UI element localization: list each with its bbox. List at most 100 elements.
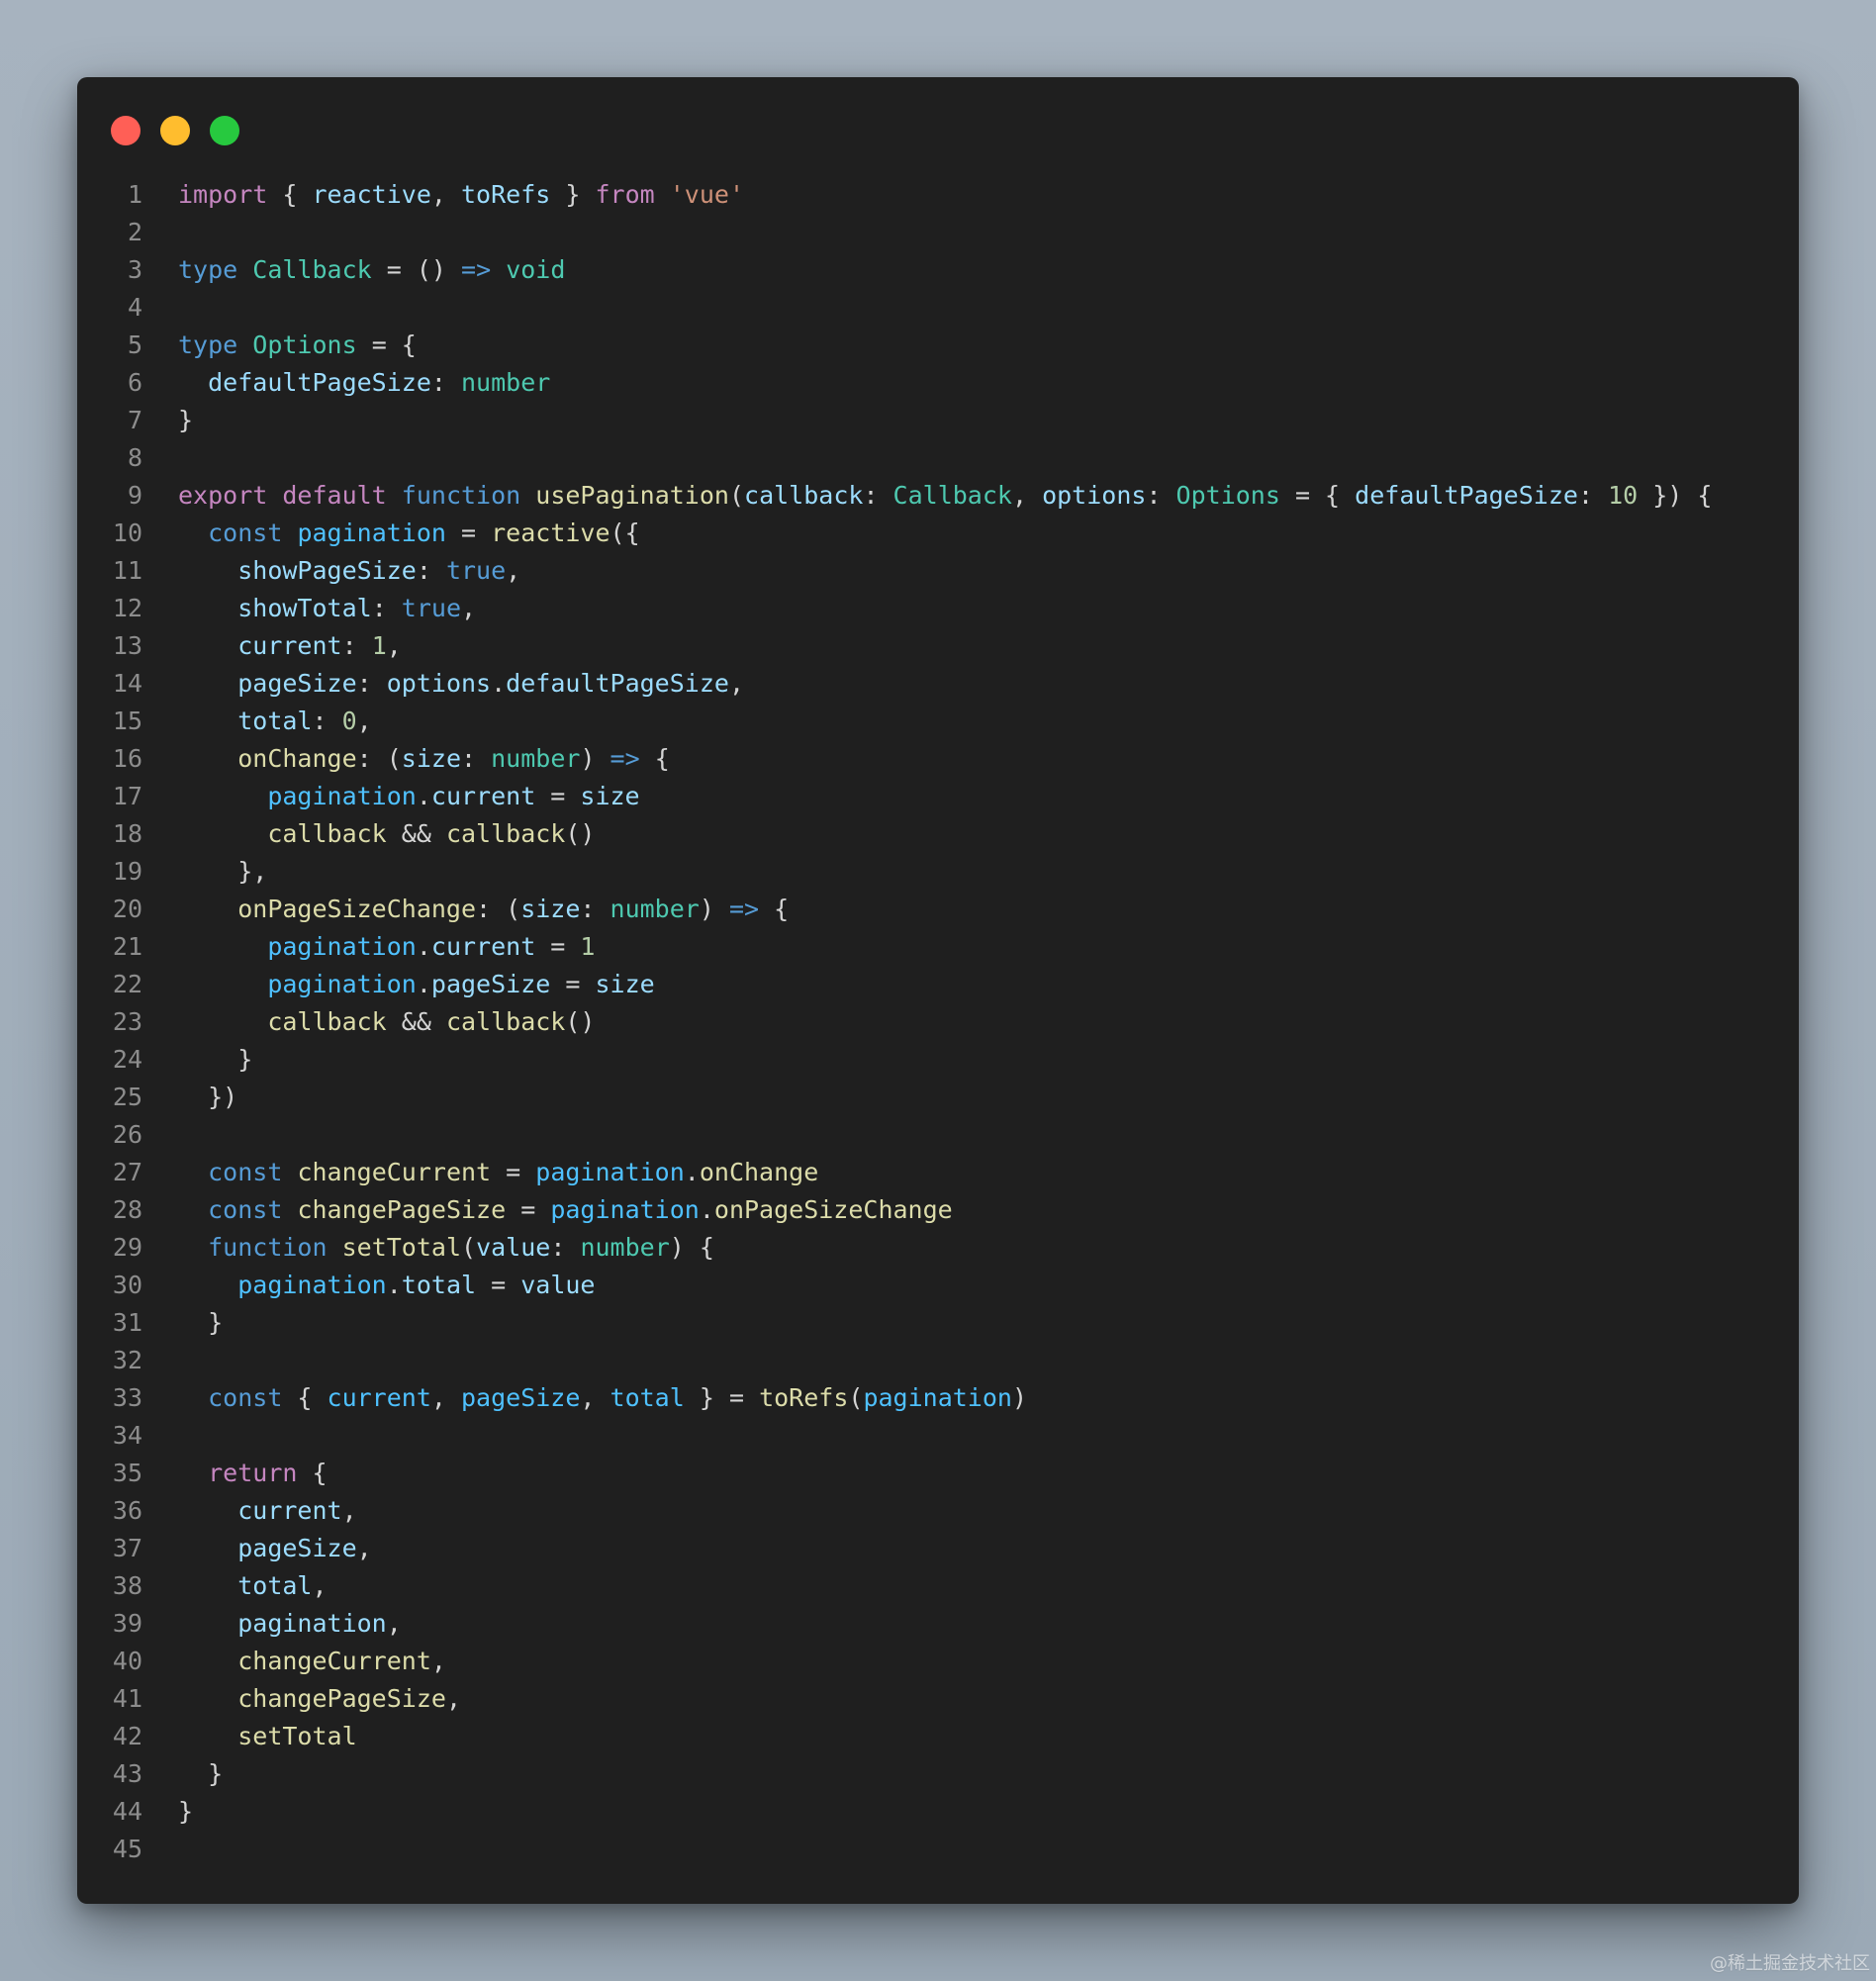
code-line: 21 pagination.current = 1: [77, 928, 1799, 966]
code-token: : (: [476, 895, 521, 923]
code-token: }) {: [1638, 481, 1713, 510]
code-token: total: [237, 1571, 313, 1600]
code-token: ,: [341, 1496, 357, 1525]
line-number: 5: [127, 330, 142, 359]
code-token: &&: [386, 819, 446, 848]
code-token: total: [610, 1383, 685, 1412]
line-number: 17: [112, 782, 142, 810]
code-token: = (): [371, 255, 462, 284]
code-token: ): [1011, 1383, 1028, 1412]
code-token: .: [699, 1195, 714, 1224]
code-token: }): [178, 1083, 238, 1111]
code-line: 44}: [77, 1793, 1799, 1831]
line-number: 34: [112, 1421, 142, 1450]
code-window: 1 import { reactive, toRefs } from 'vue' 2…: [77, 77, 1799, 1904]
code-token: size: [520, 895, 581, 923]
code-token: number: [610, 895, 700, 923]
code-line: 40 changeCurrent,: [77, 1643, 1799, 1680]
line-source: changeCurrent,: [178, 1643, 446, 1680]
code-line: 45: [77, 1831, 1799, 1868]
code-token: =: [535, 932, 581, 961]
code-token: } =: [684, 1383, 760, 1412]
code-token: defaultPageSize: [506, 669, 729, 698]
code-line: 28 const changePageSize = pagination.onP…: [77, 1191, 1799, 1229]
watermark: @稀土掘金技术社区: [1710, 1953, 1870, 1974]
code-token: const: [208, 1195, 283, 1224]
code-token: =>: [728, 895, 760, 923]
code-token: size: [595, 970, 655, 998]
line-number: 14: [112, 669, 142, 698]
code-token: ,: [1011, 481, 1043, 510]
code-token: {: [267, 180, 313, 209]
line-number: 22: [112, 970, 142, 998]
code-line: 16 onChange: (size: number) => {: [77, 740, 1799, 778]
code-token: pagination: [267, 932, 417, 961]
line-source: type Callback = () => void: [178, 251, 565, 289]
line-source: const { current, pageSize, total } = toR…: [178, 1379, 1027, 1417]
line-source: pagination.pageSize = size: [178, 966, 655, 1003]
code-token: total: [401, 1271, 477, 1299]
code-token: current: [237, 631, 342, 660]
code-token: = {: [1279, 481, 1356, 510]
code-token: current: [327, 1383, 431, 1412]
code-line: 13 current: 1,: [77, 627, 1799, 665]
code-token: :: [863, 481, 893, 510]
line-source: pagination.current = size: [178, 778, 639, 815]
code-token: export: [178, 481, 268, 510]
code-token: &&: [386, 1007, 446, 1036]
code-token: (: [461, 1233, 477, 1262]
code-token: {: [282, 1383, 328, 1412]
code-line: 10 const pagination = reactive({: [77, 515, 1799, 552]
line-number: 16: [112, 744, 142, 773]
code-token: },: [178, 857, 268, 886]
code-token: setTotal: [341, 1233, 462, 1262]
code-line: 41 changePageSize,: [77, 1680, 1799, 1718]
code-token: 0: [341, 707, 357, 735]
code-token: const: [208, 1158, 283, 1186]
line-source: current,: [178, 1492, 357, 1530]
code-token: =: [506, 1195, 551, 1224]
code-token: size: [401, 744, 462, 773]
code-line: 3 type Callback = () => void: [77, 251, 1799, 289]
line-number: 6: [127, 368, 142, 397]
line-source: setTotal: [178, 1718, 356, 1755]
line-source: }): [178, 1079, 237, 1116]
maximize-button[interactable]: [210, 116, 239, 145]
line-source: const pagination = reactive({: [178, 515, 640, 552]
minimize-button[interactable]: [160, 116, 190, 145]
line-number: 27: [112, 1158, 142, 1186]
code-token: ,: [356, 707, 372, 735]
code-token: =: [491, 1158, 536, 1186]
code-token: void: [506, 255, 566, 284]
close-button[interactable]: [111, 116, 141, 145]
code-line: 17 pagination.current = size: [77, 778, 1799, 815]
code-line: 38 total,: [77, 1567, 1799, 1605]
line-number: 29: [112, 1233, 142, 1262]
line-number: 3: [127, 255, 142, 284]
code-line: 1 import { reactive, toRefs } from 'vue': [77, 176, 1799, 214]
code-token: pagination: [863, 1383, 1012, 1412]
line-source: defaultPageSize: number: [178, 364, 550, 402]
code-line: 43 }: [77, 1755, 1799, 1793]
line-number: 18: [112, 819, 142, 848]
line-source: pageSize: options.defaultPageSize,: [178, 665, 744, 703]
code-token: const: [208, 519, 283, 547]
line-source: return {: [178, 1455, 327, 1492]
code-token: =: [445, 519, 492, 547]
code-token: Options: [252, 330, 357, 359]
window-controls: [111, 116, 239, 145]
code-token: .: [416, 782, 431, 810]
code-token: =>: [610, 744, 640, 773]
line-source: }: [178, 1793, 193, 1831]
code-token: :: [371, 594, 402, 622]
code-token: changeCurrent: [237, 1647, 431, 1675]
code-line: 8: [77, 439, 1799, 477]
code-token: : (: [356, 744, 402, 773]
line-number: 24: [112, 1045, 142, 1074]
